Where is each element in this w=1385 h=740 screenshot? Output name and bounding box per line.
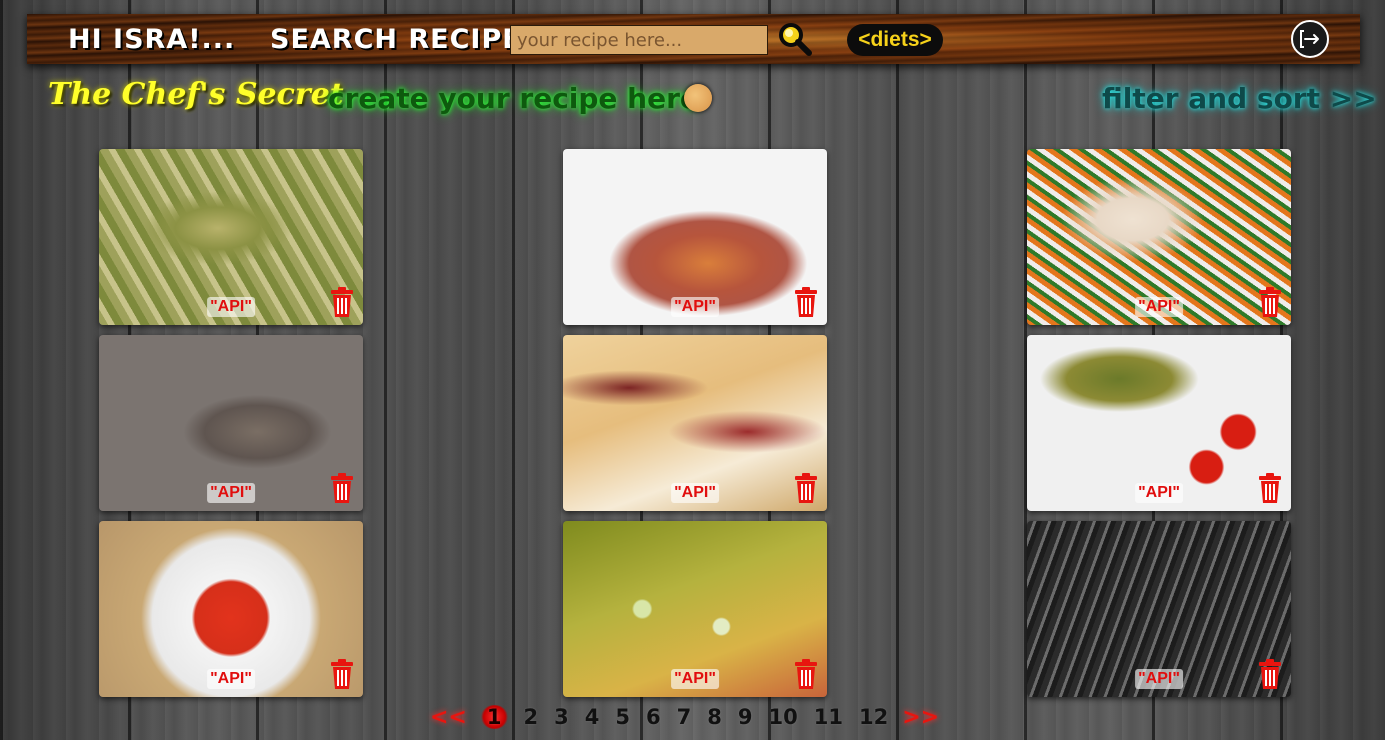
page-link-8[interactable]: 8 <box>707 705 722 729</box>
search-input[interactable] <box>510 25 768 55</box>
source-badge: "API" <box>207 297 255 317</box>
prev-page-button[interactable]: << <box>430 705 467 730</box>
page-link-1[interactable]: 1 <box>480 705 508 729</box>
create-recipe-link[interactable]: create your recipe here <box>328 82 699 115</box>
source-badge: "API" <box>671 483 719 503</box>
recipe-card[interactable]: "API" <box>563 149 827 325</box>
search-icon <box>779 23 812 56</box>
source-badge: "API" <box>1135 669 1183 689</box>
recipe-card[interactable]: "API" <box>1027 149 1291 325</box>
page-link-3[interactable]: 3 <box>554 705 569 729</box>
recipe-card[interactable]: "API" <box>563 521 827 697</box>
recipe-card[interactable]: "API" <box>99 335 363 511</box>
filter-sort-link[interactable]: filter and sort >> <box>1102 82 1377 115</box>
trash-icon[interactable] <box>329 286 355 318</box>
recipe-card[interactable]: "API" <box>1027 335 1291 511</box>
trash-icon[interactable] <box>1257 286 1283 318</box>
trash-icon[interactable] <box>1257 472 1283 504</box>
brand-logo[interactable]: The Chef's Secret <box>48 77 344 112</box>
trash-icon[interactable] <box>329 658 355 690</box>
user-greeting: HI ISRA!... <box>68 24 236 55</box>
page-link-9[interactable]: 9 <box>738 705 753 729</box>
logout-icon <box>1291 20 1329 58</box>
page-link-10[interactable]: 10 <box>769 705 798 729</box>
search-button[interactable] <box>776 20 814 58</box>
recipe-card[interactable]: "API" <box>563 335 827 511</box>
trash-icon[interactable] <box>1257 658 1283 690</box>
trash-icon[interactable] <box>793 658 819 690</box>
trash-icon[interactable] <box>793 472 819 504</box>
source-badge: "API" <box>1135 483 1183 503</box>
page-link-7[interactable]: 7 <box>677 705 692 729</box>
source-badge: "API" <box>671 669 719 689</box>
trash-icon[interactable] <box>329 472 355 504</box>
source-badge: "API" <box>207 669 255 689</box>
page-link-4[interactable]: 4 <box>585 705 600 729</box>
recipe-card[interactable]: "API" <box>99 521 363 697</box>
search-label: SEARCH RECIPE: <box>270 24 534 55</box>
recipe-card[interactable]: "API" <box>99 149 363 325</box>
source-badge: "API" <box>671 297 719 317</box>
pagination: << 1 2 3 4 5 6 7 8 9 10 11 12 >> <box>424 701 945 733</box>
diets-button[interactable]: <diets> <box>847 24 943 56</box>
page-link-2[interactable]: 2 <box>524 705 539 729</box>
page-link-6[interactable]: 6 <box>646 705 661 729</box>
trash-icon[interactable] <box>793 286 819 318</box>
page-link-12[interactable]: 12 <box>859 705 888 729</box>
source-badge: "API" <box>1135 297 1183 317</box>
recipe-card[interactable]: "API" <box>1027 521 1291 697</box>
source-badge: "API" <box>207 483 255 503</box>
page-link-5[interactable]: 5 <box>615 705 630 729</box>
next-page-button[interactable]: >> <box>902 705 939 730</box>
cookie-icon[interactable] <box>684 84 712 112</box>
page-link-11[interactable]: 11 <box>814 705 843 729</box>
logout-button[interactable] <box>1290 19 1330 59</box>
